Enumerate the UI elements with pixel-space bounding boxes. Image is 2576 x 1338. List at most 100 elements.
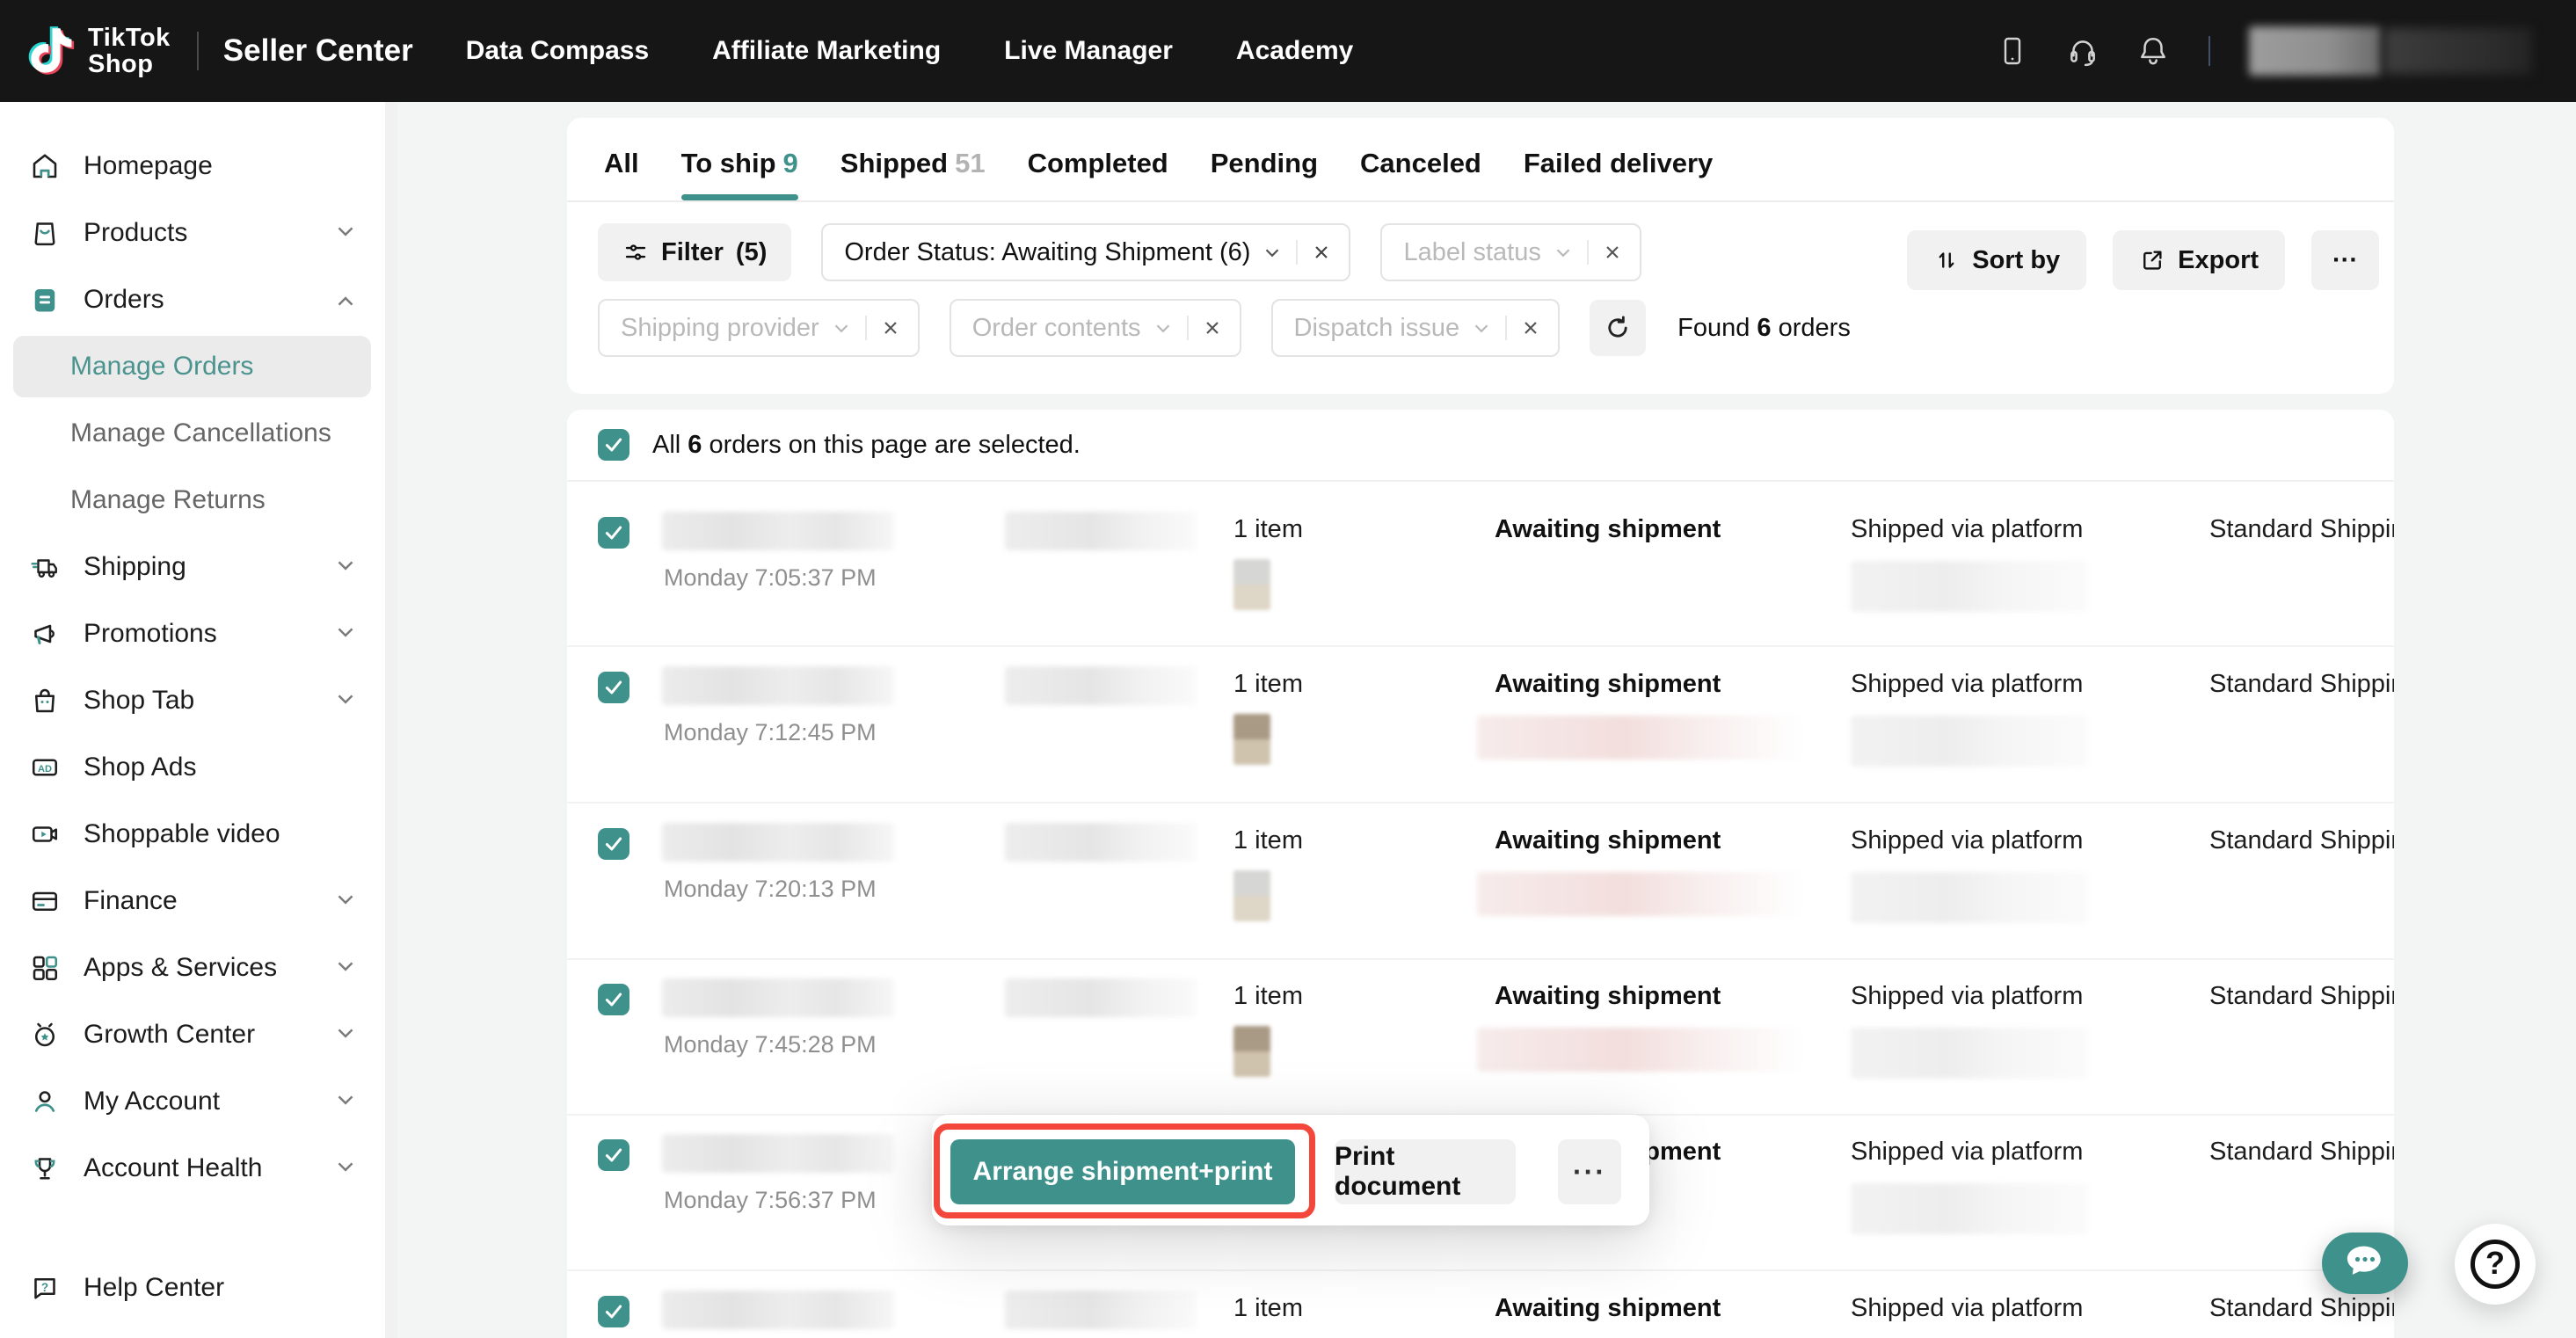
order-id-redacted — [662, 666, 894, 705]
shipping-truck-icon — [29, 551, 61, 583]
tab-pending[interactable]: Pending — [1211, 148, 1318, 200]
remove-filter-icon[interactable] — [1201, 316, 1224, 339]
shipping-option: Standard Shipping — [2209, 1138, 2394, 1167]
tab-to-ship[interactable]: To ship9 — [681, 148, 798, 200]
shipping-info-redacted — [1851, 1183, 2088, 1234]
filter-chip-label-status[interactable]: Label status — [1380, 223, 1641, 281]
topnav-data-compass[interactable]: Data Compass — [466, 36, 649, 66]
growth-center-icon — [29, 1019, 61, 1051]
sidebar-item-manage-returns[interactable]: Manage Returns — [0, 467, 385, 534]
order-id-redacted — [662, 978, 894, 1017]
seller-center-title[interactable]: Seller Center — [223, 33, 413, 69]
tab-shipped[interactable]: Shipped51 — [840, 148, 986, 200]
tab-shipped-count: 51 — [955, 148, 985, 178]
account-name-redacted[interactable] — [2249, 26, 2532, 76]
chat-button[interactable] — [2322, 1233, 2408, 1294]
notifications-bell-icon[interactable] — [2136, 34, 2170, 68]
order-checkbox[interactable] — [598, 1296, 629, 1327]
filter-chip-shipping-provider[interactable]: Shipping provider — [598, 299, 920, 357]
sidebar-item-homepage[interactable]: Homepage — [0, 133, 385, 200]
shipping-info-redacted — [1851, 561, 2088, 612]
sidebar-item-shop-tab[interactable]: Shop Tab — [0, 667, 385, 734]
topnav-affiliate-marketing[interactable]: Affiliate Marketing — [712, 36, 941, 66]
export-button[interactable]: Export — [2113, 230, 2285, 290]
shipping-method: Shipped via platform — [1851, 1138, 2083, 1167]
tab-failed-delivery[interactable]: Failed delivery — [1524, 148, 1713, 200]
sidebar-item-finance[interactable]: Finance — [0, 868, 385, 934]
remove-filter-icon[interactable] — [1519, 316, 1542, 339]
apps-grid-icon — [29, 952, 61, 984]
chip-divider — [1187, 316, 1189, 340]
chip-divider — [1587, 240, 1589, 265]
order-checkbox[interactable] — [598, 828, 629, 860]
shipping-method: Shipped via platform — [1851, 826, 2083, 855]
order-checkbox[interactable] — [598, 517, 629, 549]
order-id-redacted — [662, 1134, 894, 1173]
account-redacted-block — [2249, 26, 2381, 76]
products-bag-icon — [29, 217, 61, 249]
dispatch-issue-redacted — [1477, 1028, 1804, 1072]
order-checkbox[interactable] — [598, 1139, 629, 1171]
sidebar-item-products[interactable]: Products — [0, 200, 385, 266]
check-icon — [602, 833, 625, 855]
support-headset-icon[interactable] — [2066, 34, 2099, 68]
sidebar-item-my-account[interactable]: My Account — [0, 1068, 385, 1135]
sidebar-item-shop-ads[interactable]: AD Shop Ads — [0, 734, 385, 801]
product-thumbnail-redacted — [1233, 559, 1270, 610]
mobile-app-icon[interactable] — [1996, 34, 2029, 68]
sidebar-item-shoppable-video[interactable]: Shoppable video — [0, 801, 385, 868]
remove-filter-icon[interactable] — [879, 316, 902, 339]
chevron-down-icon — [332, 1087, 359, 1117]
refresh-button[interactable] — [1590, 300, 1646, 356]
sidebar-item-promotions[interactable]: Promotions — [0, 600, 385, 667]
arrange-shipment-print-button[interactable]: Arrange shipment+print — [950, 1139, 1295, 1204]
sidebar-item-manage-cancellations[interactable]: Manage Cancellations — [0, 400, 385, 467]
tiktok-shop-logo[interactable]: TikTok Shop — [26, 25, 171, 77]
product-thumbnail-redacted — [1233, 870, 1270, 921]
popup-more-button[interactable]: ··· — [1558, 1139, 1621, 1204]
tab-completed[interactable]: Completed — [1028, 148, 1168, 200]
order-status: Awaiting shipment — [1495, 515, 1721, 544]
filter-button[interactable]: Filter (5) — [598, 223, 791, 281]
topnav-academy[interactable]: Academy — [1236, 36, 1353, 66]
shipping-method: Shipped via platform — [1851, 1294, 2083, 1323]
shipping-option: Standard Shipping — [2209, 1294, 2394, 1323]
help-button[interactable]: ? — [2455, 1224, 2536, 1305]
print-document-button[interactable]: Print document — [1335, 1139, 1516, 1204]
more-actions-button[interactable]: ··· — [2311, 230, 2379, 290]
product-name-redacted — [1005, 512, 1197, 550]
product-name-redacted — [1005, 666, 1197, 705]
filter-chip-order-status[interactable]: Order Status: Awaiting Shipment (6) — [821, 223, 1350, 281]
sidebar-item-help-center[interactable]: ? Help Center — [0, 1254, 385, 1321]
top-bar: TikTok Shop Seller Center Data Compass A… — [0, 0, 2576, 102]
chevron-down-icon — [1552, 241, 1575, 264]
sidebar-item-apps-services[interactable]: Apps & Services — [0, 934, 385, 1001]
filter-chip-order-contents[interactable]: Order contents — [950, 299, 1241, 357]
sidebar-scroll-track[interactable] — [385, 102, 397, 1338]
order-item-count: 1 item — [1233, 982, 1303, 1011]
orders-clipboard-icon — [29, 284, 61, 316]
remove-filter-icon[interactable] — [1310, 241, 1333, 264]
remove-filter-icon[interactable] — [1601, 241, 1624, 264]
sidebar-item-growth-center[interactable]: Growth Center — [0, 1001, 385, 1068]
shipping-option: Standard Shipping — [2209, 515, 2394, 544]
tab-all[interactable]: All — [604, 148, 639, 200]
selection-banner-text: All 6 orders on this page are selected. — [652, 431, 1081, 460]
topnav-live-manager[interactable]: Live Manager — [1004, 36, 1173, 66]
refresh-icon — [1603, 313, 1633, 343]
order-time: Monday 7:05:37 PM — [664, 564, 877, 592]
order-checkbox[interactable] — [598, 672, 629, 703]
select-all-checkbox[interactable] — [598, 429, 629, 461]
tab-canceled[interactable]: Canceled — [1360, 148, 1481, 200]
dispatch-issue-redacted — [1477, 716, 1804, 760]
chip-divider — [865, 316, 867, 340]
filter-chip-dispatch-issue[interactable]: Dispatch issue — [1271, 299, 1561, 357]
order-checkbox[interactable] — [598, 984, 629, 1015]
sidebar-item-shipping[interactable]: Shipping — [0, 534, 385, 600]
sidebar-item-orders[interactable]: Orders — [0, 266, 385, 333]
promotions-megaphone-icon — [29, 618, 61, 650]
sidebar-item-account-health[interactable]: Account Health — [0, 1135, 385, 1202]
order-time: Monday 7:12:45 PM — [664, 719, 877, 746]
sidebar-item-manage-orders[interactable]: Manage Orders — [0, 333, 385, 400]
sort-by-button[interactable]: Sort by — [1907, 230, 2086, 290]
